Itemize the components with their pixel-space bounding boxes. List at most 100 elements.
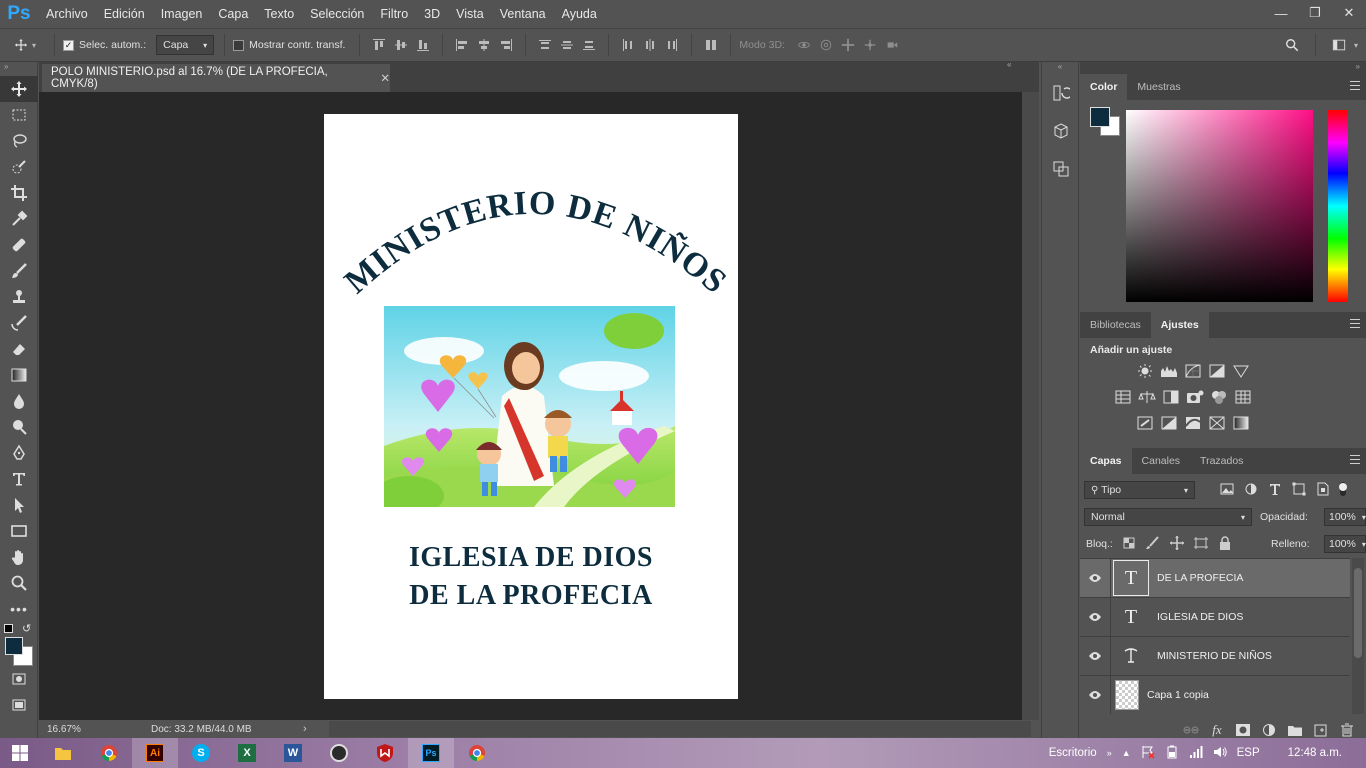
illustrator-icon[interactable]: Ai xyxy=(132,738,178,768)
tab-adjustments[interactable]: Ajustes xyxy=(1150,312,1209,338)
history-brush-tool-icon[interactable] xyxy=(0,310,38,336)
panel-menu-icon[interactable] xyxy=(1350,81,1360,91)
filter-adjustment-icon[interactable] xyxy=(1242,482,1260,496)
align-right-icon[interactable] xyxy=(495,35,517,55)
selective-color-icon[interactable] xyxy=(1208,416,1226,430)
eraser-tool-icon[interactable] xyxy=(0,336,38,362)
chevron-double-right-icon[interactable]: » xyxy=(1107,748,1112,758)
layer-name[interactable]: Capa 1 copia xyxy=(1147,689,1209,701)
volume-icon[interactable] xyxy=(1213,745,1227,762)
menu-edicion[interactable]: Edición xyxy=(96,0,153,28)
more-tools-icon[interactable]: ••• xyxy=(0,596,38,622)
align-top-icon[interactable] xyxy=(368,35,390,55)
windows-start-icon[interactable] xyxy=(0,738,40,768)
default-colors-icon[interactable] xyxy=(4,624,13,633)
layers-scrollbar[interactable] xyxy=(1352,558,1364,714)
search-icon[interactable] xyxy=(1277,35,1307,55)
move-tool-preset-icon[interactable] xyxy=(10,35,32,55)
flag-icon[interactable] xyxy=(1141,745,1155,762)
lock-transparency-icon[interactable] xyxy=(1120,536,1138,550)
healing-brush-tool-icon[interactable] xyxy=(0,232,38,258)
file-explorer-icon[interactable] xyxy=(40,738,86,768)
layer-style-fx-icon[interactable]: fx xyxy=(1208,723,1226,737)
distribute-left-icon[interactable] xyxy=(617,35,639,55)
battery-icon[interactable] xyxy=(1165,745,1179,762)
lock-position-icon[interactable] xyxy=(1168,536,1186,550)
crop-tool-icon[interactable] xyxy=(0,180,38,206)
foreground-color-swatch[interactable] xyxy=(5,637,23,655)
align-hcenter-icon[interactable] xyxy=(473,35,495,55)
eye-icon[interactable] xyxy=(1080,612,1110,622)
menu-imagen[interactable]: Imagen xyxy=(153,0,211,28)
add-mask-icon[interactable] xyxy=(1234,723,1252,737)
new-adjustment-layer-icon[interactable] xyxy=(1260,723,1278,737)
photo-filter-icon[interactable] xyxy=(1186,390,1204,404)
auto-select-dropdown[interactable]: Capa ▾ xyxy=(156,35,215,55)
menu-capa[interactable]: Capa xyxy=(210,0,256,28)
levels-icon[interactable] xyxy=(1160,364,1178,378)
tab-swatches[interactable]: Muestras xyxy=(1127,74,1190,100)
quick-selection-tool-icon[interactable] xyxy=(0,154,38,180)
zoom-level[interactable]: 16.67% xyxy=(39,724,139,735)
eye-icon[interactable] xyxy=(1080,573,1110,583)
gradient-tool-icon[interactable] xyxy=(0,362,38,388)
distribute-vcenter-icon[interactable] xyxy=(556,35,578,55)
invert-icon[interactable] xyxy=(1136,416,1154,430)
clock[interactable]: 12:48 a.m. xyxy=(1288,747,1342,759)
collapse-icon[interactable]: » xyxy=(0,62,37,76)
distribute-top-icon[interactable] xyxy=(534,35,556,55)
vibrance-icon[interactable] xyxy=(1232,364,1250,378)
history-panel-icon[interactable] xyxy=(1042,74,1080,112)
workspace-icon[interactable] xyxy=(1324,35,1354,55)
tab-channels[interactable]: Canales xyxy=(1132,448,1191,474)
eyedropper-tool-icon[interactable] xyxy=(0,206,38,232)
menu-archivo[interactable]: Archivo xyxy=(38,0,96,28)
chevron-down-icon[interactable]: ▾ xyxy=(1354,41,1358,50)
curves-icon[interactable] xyxy=(1184,364,1202,378)
tab-libraries[interactable]: Bibliotecas xyxy=(1080,312,1151,338)
menu-filtro[interactable]: Filtro xyxy=(372,0,416,28)
skype-icon[interactable]: S xyxy=(178,738,224,768)
blur-tool-icon[interactable] xyxy=(0,388,38,414)
lock-pixels-icon[interactable] xyxy=(1144,536,1162,550)
chrome-icon[interactable] xyxy=(454,738,500,768)
canvas-document[interactable]: MINISTERIO DE NIÑOS IGLESIA DE DIOS DE L… xyxy=(324,114,738,699)
media-app-icon[interactable] xyxy=(316,738,362,768)
swap-colors-icon[interactable]: ↺ xyxy=(22,622,31,635)
pen-tool-icon[interactable] xyxy=(0,440,38,466)
tab-color[interactable]: Color xyxy=(1080,74,1128,100)
new-layer-icon[interactable] xyxy=(1312,723,1330,737)
input-language[interactable]: ESP xyxy=(1237,747,1260,759)
exposure-icon[interactable] xyxy=(1208,364,1226,378)
zoom-tool-icon[interactable] xyxy=(0,570,38,596)
color-field[interactable] xyxy=(1126,110,1313,302)
word-icon[interactable]: W xyxy=(270,738,316,768)
restore-button[interactable]: ❐ xyxy=(1298,0,1332,26)
eye-icon[interactable] xyxy=(1080,690,1110,700)
horizontal-scrollbar[interactable] xyxy=(328,721,1031,737)
auto-align-icon[interactable] xyxy=(700,35,722,55)
slide-3d-icon[interactable] xyxy=(859,35,881,55)
menu-3d[interactable]: 3D xyxy=(416,0,448,28)
hand-tool-icon[interactable] xyxy=(0,544,38,570)
distribute-bottom-icon[interactable] xyxy=(578,35,600,55)
chrome-icon[interactable] xyxy=(86,738,132,768)
opacity-field[interactable]: 100% ▾ xyxy=(1324,508,1366,526)
rectangle-tool-icon[interactable] xyxy=(0,518,38,544)
filter-pixel-icon[interactable] xyxy=(1218,482,1236,496)
filter-type-icon[interactable] xyxy=(1266,482,1284,496)
align-vcenter-icon[interactable] xyxy=(390,35,412,55)
layer-filter-dropdown[interactable]: ⚲ Tipo ▾ xyxy=(1084,481,1195,499)
path-selection-tool-icon[interactable] xyxy=(0,492,38,518)
vertical-scrollbar[interactable] xyxy=(1022,92,1039,720)
layer-name[interactable]: DE LA PROFECIA xyxy=(1157,572,1243,584)
screen-mode-icon[interactable] xyxy=(0,692,38,718)
type-tool-icon[interactable] xyxy=(0,466,38,492)
brush-tool-icon[interactable] xyxy=(0,258,38,284)
distribute-hcenter-icon[interactable] xyxy=(639,35,661,55)
filter-shape-icon[interactable] xyxy=(1290,482,1308,496)
channel-mixer-icon[interactable] xyxy=(1210,390,1228,404)
menu-vista[interactable]: Vista xyxy=(448,0,492,28)
posterize-icon[interactable] xyxy=(1160,416,1178,430)
roll-3d-icon[interactable] xyxy=(815,35,837,55)
